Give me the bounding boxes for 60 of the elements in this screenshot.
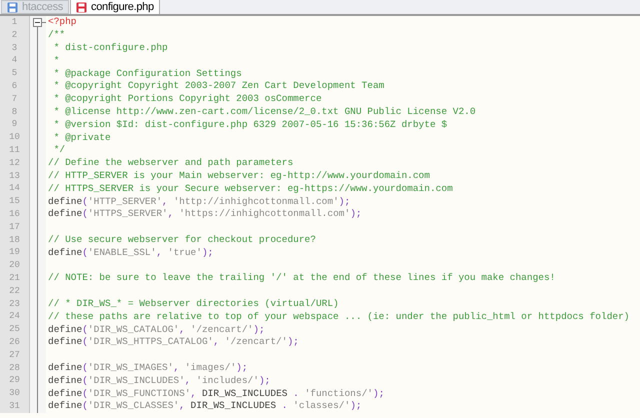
- line-number: 16: [8, 208, 21, 221]
- line-number: 23: [8, 298, 21, 310]
- code-line: // HTTPS_SERVER is your Secure webserver: eg-https://www.yourdomain.com: [48, 182, 453, 195]
- line-number: 18: [8, 234, 21, 246]
- line-number: 5: [10, 67, 18, 80]
- line-number: 28: [8, 362, 21, 374]
- line-number: 27: [8, 348, 21, 362]
- code-line: // Define the webserver and path parameters: [48, 157, 294, 170]
- code-line: define('DIR_WS_FUNCTIONS', DIR_WS_INCLUDES . 'functions/');: [48, 388, 384, 400]
- code-line: // Use secure webserver for checkout procedure?: [48, 234, 316, 246]
- line-number: 1: [10, 16, 18, 29]
- code-line: * dist-configure.php: [52, 42, 168, 54]
- collapse-icon[interactable]: [33, 18, 42, 27]
- line-number: 3: [10, 42, 18, 54]
- line-number: 2: [10, 28, 18, 42]
- line-number: 25: [8, 323, 21, 336]
- line-number: 31: [8, 400, 21, 413]
- code-line: * @license http://www.zen-cart.com/license/2_0.txt GNU Public License V2.0: [52, 106, 476, 118]
- code-line: define('DIR_WS_HTTPS_CATALOG', '/zencart/');: [48, 336, 299, 348]
- file-tab[interactable]: configure.php: [70, 0, 160, 14]
- line-number: 19: [8, 246, 21, 260]
- line-number: 6: [10, 80, 18, 93]
- line-number: 12: [8, 156, 21, 170]
- code-line: // these paths are relative to top of your webspace ... (ie: under the public_html or httpdocs folder): [48, 310, 630, 323]
- code-line: // NOTE: be sure to leave the trailing '/' at the end of these lines if you make changes!: [48, 272, 556, 284]
- line-number: 8: [10, 106, 18, 118]
- line-number: 17: [8, 220, 21, 234]
- code-line: define('HTTP_SERVER', 'http://inhighcottonmall.com');: [48, 196, 350, 208]
- line-number: 4: [10, 54, 18, 68]
- code-line: define('DIR_WS_CATALOG', '/zencart/');: [48, 324, 265, 336]
- line-number: 13: [8, 170, 21, 182]
- line-number: 15: [8, 195, 21, 208]
- code-line: define('DIR_WS_INCLUDES', 'includes/');: [48, 374, 270, 387]
- code-line: define('DIR_WS_CLASSES', DIR_WS_INCLUDES . 'classes/');: [48, 400, 362, 412]
- code-line: define('HTTPS_SERVER', 'https://inhighcottonmall.com');: [48, 208, 362, 220]
- line-number: 11: [8, 144, 21, 157]
- code-line: * @version $Id: dist-configure.php 6329 2007-05-16 15:36:56Z drbyte $: [52, 118, 448, 131]
- code-line: * @private: [52, 132, 111, 144]
- code-line: <?php: [48, 16, 77, 28]
- line-number: 29: [8, 374, 21, 388]
- line-number: 30: [8, 387, 21, 400]
- line-number: 22: [8, 284, 21, 298]
- line-number: 26: [8, 336, 21, 349]
- line-number: 14: [8, 182, 21, 196]
- line-number: 10: [8, 131, 21, 144]
- code-line: * @copyright Portions Copyright 2003 osCommerce: [52, 93, 322, 106]
- code-line: * @copyright Copyright 2003-2007 Zen Cart Development Team: [52, 80, 384, 92]
- line-number: 20: [8, 259, 21, 272]
- code-line: */: [52, 144, 66, 156]
- code-line: * @package Configuration Settings: [52, 68, 242, 80]
- code-line: *: [52, 54, 60, 67]
- line-number: 7: [10, 92, 18, 106]
- code-line: // * DIR_WS_* = Webserver directories (virtual/URL): [48, 298, 339, 310]
- code-line: // HTTP_SERVER is your Main webserver: eg-http://www.yourdomain.com: [48, 170, 430, 182]
- line-number: 9: [10, 118, 18, 132]
- line-number: 24: [8, 310, 21, 324]
- code-line: define('ENABLE_SSL', 'true');: [48, 246, 214, 259]
- code-line: define('DIR_WS_IMAGES', 'images/');: [48, 362, 248, 374]
- line-number: 21: [8, 272, 21, 285]
- code-line: /**: [48, 29, 66, 42]
